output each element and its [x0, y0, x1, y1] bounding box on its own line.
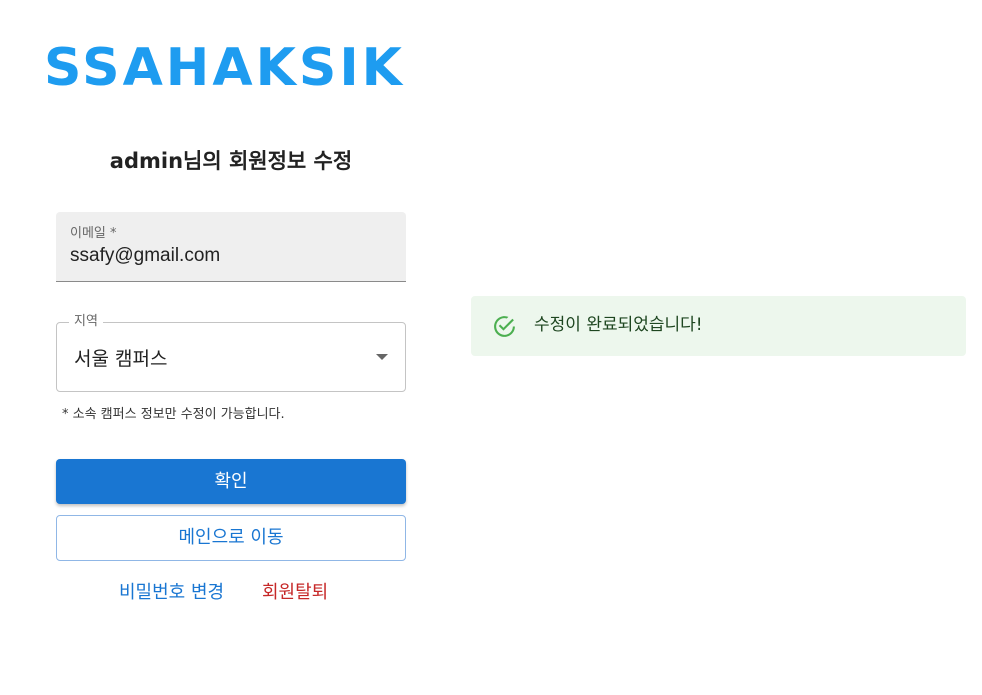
check-circle-icon: [494, 316, 515, 337]
email-input-value[interactable]: ssafy@gmail.com: [70, 245, 220, 267]
app-logo: SSAHAKSIK: [44, 38, 405, 98]
go-main-button[interactable]: 메인으로 이동: [56, 515, 406, 561]
region-select[interactable]: 지역 서울 캠퍼스: [56, 314, 406, 392]
dropdown-arrow-icon[interactable]: [376, 354, 388, 360]
email-field[interactable]: 이메일 * ssafy@gmail.com: [56, 212, 406, 282]
withdraw-link[interactable]: 회원탈퇴: [262, 578, 328, 604]
confirm-button[interactable]: 확인: [56, 459, 406, 504]
alert-message: 수정이 완료되었습니다!: [534, 315, 703, 335]
page-title: admin님의 회원정보 수정: [109, 149, 353, 173]
email-label: 이메일 *: [70, 226, 117, 241]
region-selected-value[interactable]: 서울 캠퍼스: [74, 344, 167, 371]
change-password-link[interactable]: 비밀번호 변경: [119, 578, 224, 604]
region-label: 지역: [69, 314, 103, 330]
region-helper-text: * 소속 캠퍼스 정보만 수정이 가능합니다.: [62, 407, 285, 422]
success-alert: 수정이 완료되었습니다!: [471, 296, 966, 356]
